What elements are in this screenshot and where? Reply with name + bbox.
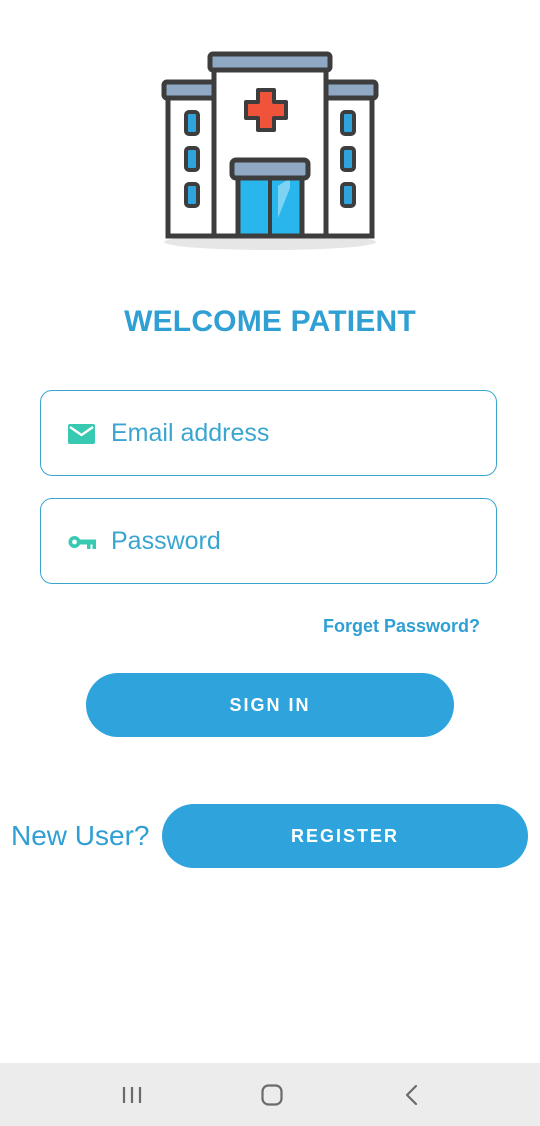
email-field[interactable]: Email address — [40, 390, 497, 476]
password-placeholder: Password — [111, 527, 221, 555]
key-icon — [68, 536, 96, 549]
password-field[interactable]: Password — [40, 498, 497, 584]
forget-password-link[interactable]: Forget Password? — [323, 616, 480, 637]
system-nav-bar — [0, 1063, 540, 1126]
register-button[interactable]: REGISTER — [162, 804, 528, 868]
home-icon[interactable] — [254, 1077, 290, 1113]
back-icon[interactable] — [395, 1077, 431, 1113]
login-screen: WELCOME PATIENT Email address Password F… — [0, 0, 540, 1126]
recent-apps-icon[interactable] — [114, 1077, 150, 1113]
mail-icon — [68, 424, 95, 444]
email-placeholder: Email address — [111, 419, 270, 447]
sign-in-button[interactable]: SIGN IN — [86, 673, 454, 737]
page-title: WELCOME PATIENT — [124, 305, 416, 338]
new-user-label: New User? — [11, 820, 150, 851]
hospital-building-icon — [161, 51, 379, 250]
